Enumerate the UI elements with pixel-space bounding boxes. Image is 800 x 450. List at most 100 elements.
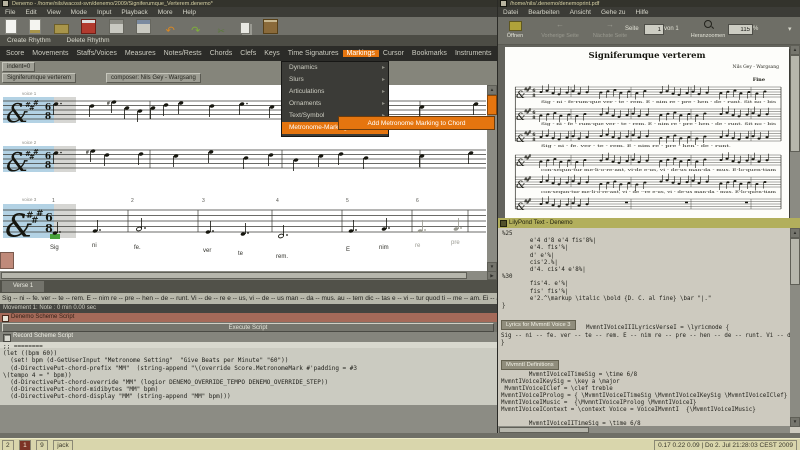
- score-header-row1: indent=0: [0, 61, 497, 72]
- workspace-cell-active[interactable]: 1: [19, 440, 31, 450]
- cmd-markings[interactable]: Markings: [342, 50, 379, 57]
- lilypond-code-notes[interactable]: %25 e'4 d'8 e'4 fis'8%| e'4. fis'%| d' e…: [502, 231, 711, 310]
- menu-item-ornaments[interactable]: Ornaments ▸: [282, 98, 388, 110]
- composer-chip[interactable]: composer: Nils Gey - Wargsang: [106, 73, 201, 83]
- previous-page-button[interactable]: ← Vorherige Seite: [536, 20, 584, 42]
- cmd-chords[interactable]: Chords: [206, 50, 237, 57]
- score-area[interactable]: & & & # # # # # # # # # 6 8 6 8 6 8 # # …: [0, 85, 497, 280]
- paste-icon[interactable]: [262, 19, 278, 34]
- cmd-cursor[interactable]: Cursor: [379, 50, 408, 57]
- lilypond-definitions-code[interactable]: MvmntIVoiceITimeSig = \time 6/8 MvmntIVo…: [501, 372, 787, 428]
- score-title-chip[interactable]: Signiferumque verterem: [2, 73, 77, 83]
- record-checkbox[interactable]: [3, 334, 11, 342]
- scroll-thumb[interactable]: [487, 95, 497, 115]
- scroll-right-arrow[interactable]: ▶: [487, 271, 497, 280]
- print-part-icon[interactable]: [136, 19, 152, 34]
- menu-item-datei[interactable]: Datei: [498, 9, 523, 16]
- lilypond-vscrollbar[interactable]: ▲ ▼: [790, 228, 800, 427]
- menu-item-articulations[interactable]: Articulations ▸: [282, 86, 388, 98]
- cmd-movements[interactable]: Movements: [28, 50, 72, 57]
- verse-tab[interactable]: Verse 1: [2, 281, 44, 292]
- scroll-thumb[interactable]: [1, 272, 467, 279]
- measure-number: 4: [276, 198, 279, 204]
- cmd-clefs[interactable]: Clefs: [236, 50, 260, 57]
- denemo-toolbar: ↶ ↷ ✂: [0, 17, 497, 37]
- command-menubar: Score Movements Staffs/Voices Measures N…: [0, 46, 543, 61]
- score-vscrollbar[interactable]: ▲ ▼: [487, 85, 497, 272]
- execute-script-button[interactable]: Execute Script: [2, 323, 494, 332]
- create-rhythm-button[interactable]: Create Rhythm: [0, 37, 58, 44]
- denemo-titlebar[interactable]: Denemo - /home/nils/wacost-svn/denemo/20…: [0, 0, 497, 7]
- scroll-thumb[interactable]: [790, 238, 800, 285]
- cursor-highlight: [50, 234, 60, 239]
- cmd-measures[interactable]: Measures: [121, 50, 160, 57]
- zoom-in-button[interactable]: Heranzoomen: [690, 19, 726, 42]
- menu-item-playback[interactable]: Playback: [116, 9, 152, 16]
- cmd-staffs-voices[interactable]: Staffs/Voices: [72, 50, 120, 57]
- svg-text:#: #: [528, 130, 532, 135]
- new-icon[interactable]: [5, 19, 17, 34]
- menu-item-ansicht[interactable]: Ansicht: [565, 9, 596, 16]
- page-number-input[interactable]: [644, 24, 664, 35]
- cmd-notes-rests[interactable]: Notes/Rests: [160, 50, 206, 57]
- menu-item-view[interactable]: View: [42, 9, 66, 16]
- menu-item-slurs[interactable]: Slurs ▸: [282, 74, 388, 86]
- menu-item-hilfe[interactable]: Hilfe: [631, 9, 654, 16]
- zoom-level-input[interactable]: [728, 24, 753, 35]
- chevron-down-icon[interactable]: ▾: [788, 25, 792, 33]
- pdf-titlebar[interactable]: /home/nils/.denemo/denemoprint.pdf: [498, 0, 800, 7]
- cmd-bookmarks[interactable]: Bookmarks: [408, 50, 451, 57]
- score-hscrollbar[interactable]: ▶: [0, 271, 497, 280]
- workspace-cell[interactable]: 9: [36, 440, 48, 450]
- menu-item-mode[interactable]: Mode: [66, 9, 92, 16]
- open-button[interactable]: Öffnen: [501, 20, 529, 42]
- menu-item-add-metronome-marking[interactable]: Add Metronome Marking to Chord: [338, 116, 495, 130]
- scheme-panel-titlebar[interactable]: Denemo Scheme Script: [0, 313, 497, 322]
- measure-number: 1: [52, 198, 55, 204]
- cmd-instruments[interactable]: Instruments: [451, 50, 496, 57]
- scroll-up-arrow[interactable]: ▲: [487, 85, 497, 95]
- menu-item-file[interactable]: File: [0, 9, 20, 16]
- script-editor[interactable]: ;; ======== (let ((bpm 60)) (set! bpm (d…: [0, 342, 497, 405]
- copy-icon[interactable]: [240, 22, 251, 34]
- pdf-lyrics-line: Sig - ni - fe - rum-que ver - te - rem. …: [541, 121, 776, 126]
- menu-item-more[interactable]: More: [153, 9, 178, 16]
- window-icon: [500, 220, 507, 227]
- scroll-thumb[interactable]: [790, 55, 800, 152]
- pdf-vscrollbar[interactable]: ▲: [790, 45, 800, 218]
- scroll-up-arrow[interactable]: ▲: [790, 228, 800, 238]
- save-icon[interactable]: [81, 19, 97, 34]
- open-file-icon[interactable]: [29, 19, 42, 34]
- svg-text:8: 8: [532, 115, 535, 121]
- indent-directive-chip[interactable]: indent=0: [2, 62, 36, 72]
- scroll-down-arrow[interactable]: ▼: [790, 417, 800, 427]
- mvmnt-definitions-label[interactable]: MvmntI Definitions: [501, 360, 559, 370]
- lyrics-voice3-label[interactable]: Lyrics for MvmntI Voice 3: [501, 320, 576, 330]
- cmd-score[interactable]: Score: [2, 50, 28, 57]
- voice-label: voice 2: [22, 140, 37, 145]
- submenu-arrow-icon: ▸: [381, 77, 385, 83]
- denemo-menubar: File Edit View Mode Input Playback More …: [0, 7, 497, 17]
- measure-number: 6: [416, 198, 419, 204]
- svg-text:#: #: [528, 198, 532, 203]
- menu-item-edit[interactable]: Edit: [20, 9, 41, 16]
- scroll-thumb[interactable]: [499, 427, 589, 433]
- print-icon[interactable]: [108, 19, 124, 34]
- menu-item-help[interactable]: Help: [178, 9, 201, 16]
- folder-icon[interactable]: [53, 24, 69, 34]
- delete-rhythm-button[interactable]: Delete Rhythm: [60, 37, 117, 44]
- cmd-keys[interactable]: Keys: [260, 50, 284, 57]
- lilypond-titlebar[interactable]: LilyPond Text - Denemo: [498, 218, 800, 228]
- menu-item-dynamics[interactable]: Dynamics ▸: [282, 62, 388, 74]
- menu-item-gehe-zu[interactable]: Gehe zu: [596, 9, 631, 16]
- scroll-up-arrow[interactable]: ▲: [790, 45, 800, 55]
- cmd-time-signatures[interactable]: Time Signatures: [284, 50, 343, 57]
- lilypond-content[interactable]: %25 e'4 d'8 e'4 fis'8%| e'4. fis'%| d' e…: [498, 228, 800, 433]
- menu-item-input[interactable]: Input: [92, 9, 116, 16]
- workspace-cell[interactable]: 2: [2, 440, 14, 450]
- lyrics-editor[interactable]: Sig -- ni -- fe. ver -- te -- rem. E -- …: [0, 293, 497, 304]
- taskbar-item-jack[interactable]: jack: [53, 440, 73, 450]
- lilypond-lyrics-body[interactable]: Sig -- ni -- fe. ver -- te -- rem. E -- …: [501, 333, 800, 347]
- lilypond-hscrollbar[interactable]: [498, 426, 790, 433]
- menu-item-bearbeiten[interactable]: Bearbeiten: [523, 9, 564, 16]
